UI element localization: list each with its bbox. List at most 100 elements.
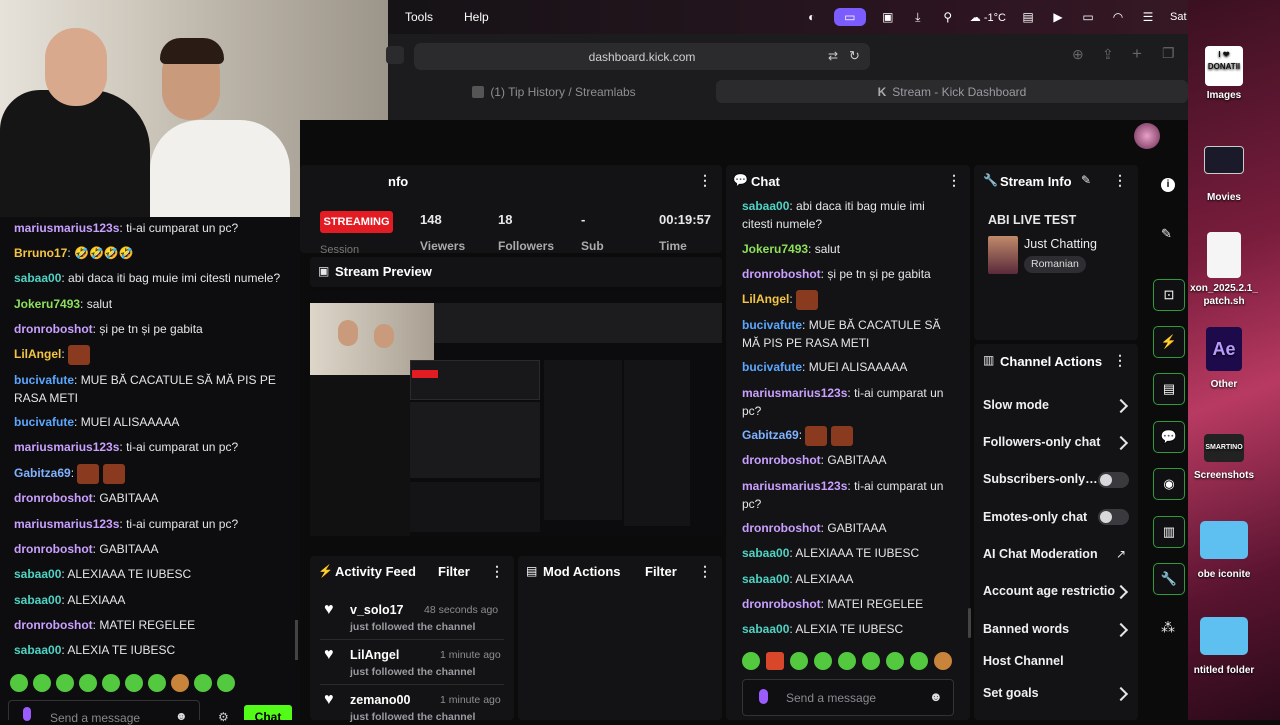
chat-username[interactable]: sabaa00 <box>14 643 61 657</box>
channel-actions-menu-icon[interactable]: ⋮ <box>1113 352 1127 369</box>
downloads-icon[interactable]: ⊕ <box>1072 46 1084 63</box>
emote-icon[interactable] <box>33 674 51 692</box>
sidebar-toggle-icon[interactable] <box>386 46 404 64</box>
chat-username[interactable]: dronroboshot <box>14 491 93 505</box>
chat-username[interactable]: mariusmarius123s <box>14 517 119 531</box>
weather-icon[interactable]: ☁ -1°C <box>970 11 1006 24</box>
chat-username[interactable]: Brruno17 <box>14 246 67 260</box>
more-icon[interactable]: ⁂ <box>1161 619 1175 636</box>
desktop-icon-images[interactable]: I ❤ DONATII Images <box>1178 46 1270 101</box>
mod-filter-button[interactable]: Filter <box>645 564 677 579</box>
set-goals-row[interactable]: Set goals <box>983 686 1039 700</box>
banned-words-row[interactable]: Banned words <box>983 622 1069 636</box>
chat-username[interactable]: dronroboshot <box>742 267 821 281</box>
overlay-scrollbar[interactable] <box>295 620 298 660</box>
address-bar[interactable]: dashboard.kick.com <box>414 43 870 70</box>
desktop-icon-other[interactable]: Ae Other <box>1178 327 1270 390</box>
avatar[interactable] <box>1134 123 1160 149</box>
mod-menu-icon[interactable]: ⋮ <box>698 563 712 580</box>
chat-username[interactable]: sabaa00 <box>742 622 789 636</box>
wifi-icon[interactable]: ◠ <box>1110 10 1126 24</box>
feed-name[interactable]: v_solo17 <box>350 603 404 617</box>
category-name[interactable]: Just Chatting <box>1024 237 1097 251</box>
chat-menu-icon[interactable]: ⋮ <box>947 172 961 189</box>
emotes-only-row[interactable]: Emotes-only chat <box>983 510 1087 524</box>
stream-info-menu-icon[interactable]: ⋮ <box>1113 172 1127 189</box>
screen-share-icon[interactable]: ▭ <box>833 8 866 26</box>
control-center-icon[interactable]: ☰ <box>1140 10 1156 24</box>
menu-tools[interactable]: Tools <box>405 10 433 24</box>
chat-username[interactable]: sabaa00 <box>742 199 789 213</box>
chat-username[interactable]: sabaa00 <box>742 572 789 586</box>
edit-icon[interactable]: ✎ <box>1081 173 1091 187</box>
feed-name[interactable]: zemano00 <box>350 693 410 707</box>
settings-gear-icon[interactable]: ⚙ <box>218 710 229 724</box>
chat-username[interactable]: LilAngel <box>14 347 61 361</box>
mic-icon[interactable] <box>23 707 31 721</box>
tab-kick-dashboard[interactable]: K Stream - Kick Dashboard <box>716 80 1188 103</box>
activity-filter-button[interactable]: Filter <box>438 564 470 579</box>
chat-username[interactable]: dronroboshot <box>14 322 93 336</box>
desktop-icon-movies[interactable]: Movies <box>1178 146 1270 203</box>
emote-icon[interactable] <box>766 652 784 670</box>
new-tab-icon[interactable]: + <box>1132 44 1142 64</box>
chat-username[interactable]: sabaa00 <box>14 593 61 607</box>
chat-username[interactable]: mariusmarius123s <box>742 386 847 400</box>
overlay-chat-send-button[interactable]: Chat <box>244 705 292 720</box>
tab-overview-icon[interactable]: ❐ <box>1162 45 1175 62</box>
download-icon[interactable]: ⤓ <box>910 10 926 24</box>
subscribers-only-toggle[interactable] <box>1098 472 1129 488</box>
info-icon[interactable]: i <box>1161 178 1175 192</box>
chat-username[interactable]: mariusmarius123s <box>742 479 847 493</box>
emote-icon[interactable] <box>742 652 760 670</box>
emote-icon[interactable] <box>838 652 856 670</box>
emoji-icon[interactable]: ☻ <box>929 689 943 704</box>
share-icon[interactable]: ⇪ <box>1102 46 1114 63</box>
feed-name[interactable]: LilAngel <box>350 648 399 662</box>
emote-icon[interactable] <box>10 674 28 692</box>
network-icon[interactable]: ⚲ <box>940 10 956 24</box>
emoji-icon[interactable]: ☻ <box>175 709 188 723</box>
emote-icon[interactable] <box>171 674 189 692</box>
chat-username[interactable]: dronroboshot <box>742 521 821 535</box>
battery-icon[interactable]: ▭ <box>1080 10 1096 24</box>
chat-username[interactable]: dronroboshot <box>742 597 821 611</box>
chat-username[interactable]: Jokeru7493 <box>742 242 808 256</box>
desktop-icon-screenshots[interactable]: SMARTINO Screenshots <box>1178 434 1270 481</box>
translate-icon[interactable]: ⇄ <box>828 49 838 63</box>
chat-username[interactable]: dronroboshot <box>14 542 93 556</box>
mic-icon[interactable] <box>759 689 768 704</box>
emote-icon[interactable] <box>886 652 904 670</box>
emote-icon[interactable] <box>217 674 235 692</box>
chat-username[interactable]: mariusmarius123s <box>14 221 119 235</box>
chat-scrollbar[interactable] <box>968 608 971 638</box>
chat-username[interactable]: Gabitza69 <box>14 466 71 480</box>
window-icon[interactable]: ▣ <box>880 10 896 24</box>
chat-username[interactable]: bucivafute <box>742 318 802 332</box>
tab-streamlabs[interactable]: (1) Tip History / Streamlabs <box>396 80 712 103</box>
chat-username[interactable]: bucivafute <box>742 360 802 374</box>
emote-icon[interactable] <box>56 674 74 692</box>
chat-username[interactable]: bucivafute <box>14 415 74 429</box>
emote-icon[interactable] <box>910 652 928 670</box>
emote-icon[interactable] <box>148 674 166 692</box>
chat-username[interactable]: dronroboshot <box>14 618 93 632</box>
emote-icon[interactable] <box>194 674 212 692</box>
emote-icon[interactable] <box>790 652 808 670</box>
subscribers-only-row[interactable]: Subscribers-only… <box>983 472 1098 486</box>
desktop-icon-patch[interactable]: xon_2025.2.1_ patch.sh <box>1178 232 1270 308</box>
desktop-icon-iconite[interactable]: obe iconite <box>1178 521 1270 580</box>
chat-username[interactable]: sabaa00 <box>742 546 789 560</box>
followers-only-row[interactable]: Followers-only chat <box>983 435 1100 449</box>
emotes-only-toggle[interactable] <box>1098 509 1129 525</box>
activity-menu-icon[interactable]: ⋮ <box>490 563 504 580</box>
emote-icon[interactable] <box>814 652 832 670</box>
reload-icon[interactable]: ↻ <box>849 48 860 64</box>
emote-icon[interactable] <box>79 674 97 692</box>
play-icon[interactable]: ▶ <box>1050 10 1066 24</box>
overlay-chat-input[interactable]: Send a message ☻ <box>8 700 200 725</box>
chat-input[interactable]: Send a message ☻ <box>742 679 954 716</box>
emote-icon[interactable] <box>862 652 880 670</box>
ai-moderation-row[interactable]: AI Chat Moderation <box>983 547 1098 561</box>
emote-icon[interactable] <box>125 674 143 692</box>
